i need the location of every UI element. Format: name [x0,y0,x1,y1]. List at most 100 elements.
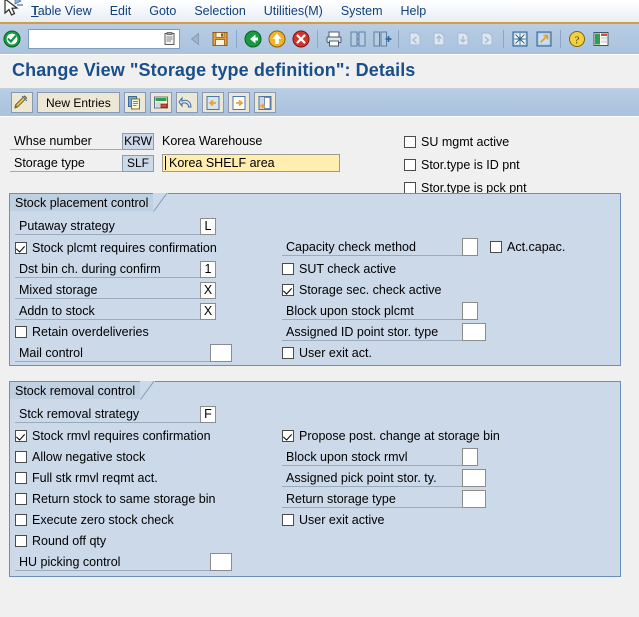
assigned-pick-point-label: Assigned pick point stor. ty. [282,470,462,487]
find-next-icon[interactable] [372,29,392,49]
new-session-icon[interactable] [510,29,530,49]
retain-overdeliveries-box[interactable] [15,326,27,338]
menu-item-goto[interactable]: Goto [140,2,185,20]
menu-item-utilities[interactable]: Utilities(M) [255,2,332,20]
propose-post-change-box[interactable] [282,430,294,442]
application-toolbar: New Entries [0,89,639,116]
mail-control-label: Mail control [15,345,210,362]
sut-check-active-row[interactable]: SUT check active [282,260,396,278]
return-stock-same-bin-row[interactable]: Return stock to same storage bin [15,490,215,508]
act-capac-box[interactable] [490,241,502,253]
next-entry-button[interactable] [227,92,250,113]
user-exit-active-box[interactable] [282,514,294,526]
toolbar-separator [398,30,399,48]
putaway-strategy-field[interactable]: L [200,217,216,235]
storage-sec-check-active-box[interactable] [282,284,294,296]
stock-removal-control-title-text: Stock removal control [15,383,136,398]
capacity-check-method-field[interactable] [462,238,478,256]
mail-control-field[interactable] [210,344,232,362]
storage-type-description-input[interactable]: Korea SHELF area [162,154,340,172]
stor-type-is-id-pnt-label: Stor.type is ID pnt [421,158,520,172]
tab-slash-decoration [140,381,156,400]
toolbar-bottom-line [0,54,639,55]
retain-overdeliveries-label: Retain overdeliveries [32,325,149,339]
copy-as-icon [127,95,140,109]
display-change-button[interactable] [11,92,33,113]
allow-negative-stock-box[interactable] [15,451,27,463]
whse-number-field[interactable]: KRW [122,132,154,150]
full-stk-rmvl-reqmt-box[interactable] [15,472,27,484]
user-exit-act-box[interactable] [282,347,294,359]
propose-post-change-label: Propose post. change at storage bin [299,429,500,443]
delete-button[interactable] [149,92,172,113]
save-icon[interactable] [210,29,230,49]
mixed-storage-label: Mixed storage [15,282,200,299]
su-mgmt-active-box[interactable] [404,136,416,148]
assigned-id-point-stor-type-field[interactable] [462,323,486,341]
copy-as-button[interactable] [123,92,146,113]
menu-item-selection[interactable]: Selection [185,2,254,20]
round-off-qty-box[interactable] [15,535,27,547]
sap-gui-window: TTable View Edit Goto Selection Utilitie… [0,0,639,617]
hu-picking-control-field[interactable] [210,553,232,571]
menu-bar: TTable View Edit Goto Selection Utilitie… [0,0,639,22]
stock-rmvl-requires-confirmation-box[interactable] [15,430,27,442]
cancel-icon[interactable] [291,29,311,49]
find-icon[interactable] [348,29,368,49]
full-stk-rmvl-reqmt-label: Full stk rmvl reqmt act. [32,471,158,485]
menu-label-help: Help [400,4,427,18]
menu-item-edit[interactable]: Edit [101,2,141,20]
mixed-storage-field[interactable]: X [200,281,216,299]
back-arrow-icon[interactable] [243,29,263,49]
enter-check-icon[interactable] [2,29,22,49]
execute-zero-stock-check-row[interactable]: Execute zero stock check [15,511,174,529]
allow-negative-stock-row[interactable]: Allow negative stock [15,448,145,466]
block-upon-stock-rmvl-field[interactable] [462,448,478,466]
other-entry-button[interactable] [253,92,276,113]
toolbar-separator [236,30,237,48]
execute-zero-stock-check-box[interactable] [15,514,27,526]
command-input[interactable] [32,31,162,47]
help-icon[interactable]: ? [567,29,587,49]
assigned-pick-point-field[interactable] [462,469,486,487]
command-history-icon[interactable] [163,32,177,47]
undo-button[interactable] [175,92,198,113]
sut-check-active-box[interactable] [282,263,294,275]
pencil-display-change-icon [14,95,28,109]
menu-label-utilities: Utilities(M) [263,4,323,18]
exit-up-icon[interactable] [267,29,287,49]
menu-item-help[interactable]: Help [392,2,436,20]
toolbar-separator [560,30,561,48]
dst-bin-change-field[interactable]: 1 [200,260,216,278]
checkbox-stor-type-is-id-pnt[interactable]: Stor.type is ID pnt [404,155,520,175]
next-page-icon [457,32,469,46]
print-icon[interactable] [324,29,344,49]
block-upon-stock-plcmt-field[interactable] [462,302,478,320]
round-off-qty-row[interactable]: Round off qty [15,532,106,550]
storage-type-field[interactable]: SLF [122,154,154,172]
propose-post-change-row[interactable]: Propose post. change at storage bin [282,427,500,445]
stock-plcmt-confirmation-row[interactable]: Stock plcmt requires confirmation [15,239,217,257]
addn-to-stock-field[interactable]: X [200,302,216,320]
capacity-check-method-label: Capacity check method [282,239,462,256]
command-field[interactable] [28,29,180,49]
return-stock-same-bin-box[interactable] [15,493,27,505]
storage-sec-check-active-row[interactable]: Storage sec. check active [282,281,441,299]
user-exit-act-row[interactable]: User exit act. [282,344,372,362]
menu-item-table-view[interactable]: TTable View [22,2,101,20]
stock-plcmt-requires-confirmation-box[interactable] [15,242,27,254]
whse-number-description: Korea Warehouse [162,134,263,148]
create-shortcut-icon[interactable] [534,29,554,49]
menu-item-system[interactable]: System [332,2,392,20]
user-exit-active-row[interactable]: User exit active [282,511,384,529]
stock-rmvl-confirmation-row[interactable]: Stock rmvl requires confirmation [15,427,211,445]
stck-removal-strategy-field[interactable]: F [200,405,216,423]
return-storage-type-field[interactable] [462,490,486,508]
previous-entry-button[interactable] [201,92,224,113]
layout-menu-icon[interactable] [591,29,611,49]
stor-type-is-id-pnt-box[interactable] [404,159,416,171]
retain-overdeliveries-row[interactable]: Retain overdeliveries [15,323,149,341]
checkbox-su-mgmt-active[interactable]: SU mgmt active [404,132,509,152]
full-stk-rmvl-reqmt-row[interactable]: Full stk rmvl reqmt act. [15,469,158,487]
new-entries-button[interactable]: New Entries [37,92,120,113]
